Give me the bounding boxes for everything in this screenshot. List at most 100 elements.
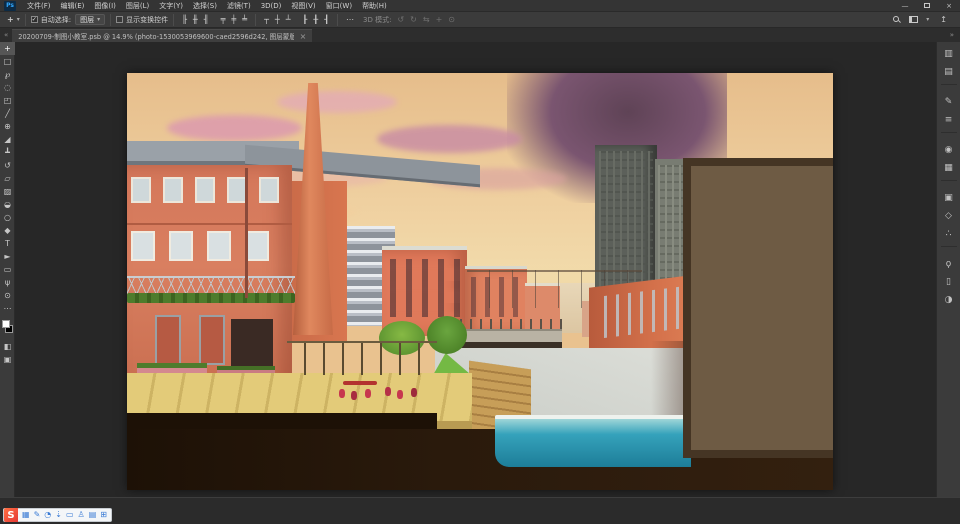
align-center-v-button[interactable]: ╪: [228, 15, 239, 24]
eyedropper-tool[interactable]: ╱: [0, 107, 15, 120]
menu-view[interactable]: 视图(V): [286, 0, 320, 12]
distribute-middle-button[interactable]: ┼: [272, 15, 283, 24]
panel-info-icon[interactable]: ▯: [940, 274, 958, 289]
search-icon[interactable]: [893, 16, 901, 24]
marquee-tool[interactable]: □: [0, 55, 15, 68]
restore-button[interactable]: [916, 0, 938, 12]
tab-close-icon[interactable]: ×: [300, 32, 307, 41]
align-left-button[interactable]: ╟: [179, 15, 190, 24]
move-tool[interactable]: +: [0, 42, 15, 55]
panel-color-icon[interactable]: ▥: [940, 46, 958, 61]
auto-select-dropdown[interactable]: 图层 ▾: [75, 14, 105, 25]
menu-filter[interactable]: 滤镜(T): [222, 0, 256, 12]
align-bottom-button[interactable]: ╧: [239, 15, 250, 24]
menu-file[interactable]: 文件(F): [22, 0, 56, 12]
3d-roll-icon[interactable]: ↻: [407, 15, 420, 24]
show-transform-checkbox[interactable]: [116, 16, 123, 23]
foreground-color-swatch[interactable]: [2, 320, 10, 328]
eraser-tool[interactable]: ▱: [0, 172, 15, 185]
distribute-bottom-button[interactable]: ┴: [283, 15, 294, 24]
minimize-button[interactable]: —: [894, 0, 916, 12]
share-icon[interactable]: ↥: [937, 15, 950, 24]
more-options-button[interactable]: ⋯: [343, 15, 357, 24]
pen-tool[interactable]: ◆: [0, 224, 15, 237]
healing-brush-tool[interactable]: ⊕: [0, 120, 15, 133]
canvas-area[interactable]: [15, 42, 936, 497]
ime-skin-icon[interactable]: ⊞: [100, 508, 107, 522]
panel-dock: ▥ ▤ ✎ ≡ ◉ ▦ ▣ ◇ ∴ ϙ ▯ ◑: [936, 42, 960, 497]
3d-pan-icon[interactable]: ⇆: [420, 15, 433, 24]
auto-select-checkbox[interactable]: ✓: [31, 16, 38, 23]
menu-window[interactable]: 窗口(W): [321, 0, 357, 12]
panel-brush-settings-icon[interactable]: ✎: [940, 94, 958, 109]
distribute-right-button[interactable]: ┨: [321, 15, 332, 24]
align-right-button[interactable]: ╢: [201, 15, 212, 24]
collapse-panels-icon[interactable]: «: [0, 28, 12, 42]
clone-stamp-tool[interactable]: ┻: [0, 146, 15, 159]
menu-image[interactable]: 图像(I): [89, 0, 121, 12]
shape-tool[interactable]: ▭: [0, 263, 15, 276]
distribute-center-button[interactable]: ╂: [310, 15, 321, 24]
panel-adjustments-icon[interactable]: ∴: [940, 226, 958, 241]
3d-orbit-icon[interactable]: ↺: [394, 15, 407, 24]
menu-3d[interactable]: 3D(D): [256, 0, 287, 12]
brush-tool[interactable]: ◢: [0, 133, 15, 146]
ime-pencil-icon[interactable]: ✎: [34, 508, 41, 522]
ime-mode-icon[interactable]: ▦: [22, 508, 30, 522]
photoshop-logo-icon[interactable]: Ps: [4, 1, 16, 11]
crop-tool[interactable]: ◰: [0, 94, 15, 107]
panel-layers-icon[interactable]: ▣: [940, 190, 958, 205]
menu-type[interactable]: 文字(Y): [154, 0, 188, 12]
zoom-tool[interactable]: ⊙: [0, 289, 15, 302]
auto-select-label: 自动选择:: [41, 15, 71, 25]
blur-tool[interactable]: ◒: [0, 198, 15, 211]
balcony-railing: [127, 276, 295, 294]
align-top-button[interactable]: ╤: [218, 15, 229, 24]
quick-selection-tool[interactable]: ◌: [0, 81, 15, 94]
tab-overflow-icon[interactable]: »: [944, 28, 960, 42]
edit-toolbar-button[interactable]: ⋯: [0, 302, 15, 315]
menu-layer[interactable]: 图层(L): [121, 0, 154, 12]
balcony-plant-row: [127, 293, 295, 303]
canvas-image[interactable]: [127, 73, 833, 490]
align-center-h-button[interactable]: ╫: [190, 15, 201, 24]
ime-user-icon[interactable]: ♙: [78, 508, 85, 522]
hand-tool[interactable]: ψ: [0, 276, 15, 289]
menu-edit[interactable]: 编辑(E): [56, 0, 90, 12]
move-tool-icon[interactable]: +: [4, 15, 17, 24]
ime-mic-icon[interactable]: ⇣: [55, 508, 62, 522]
history-brush-tool[interactable]: ↺: [0, 159, 15, 172]
panel-properties-icon[interactable]: ≡: [940, 112, 958, 127]
sogou-logo-icon[interactable]: S: [4, 508, 18, 522]
workspace-switcher-icon[interactable]: [909, 16, 918, 23]
quick-mask-button[interactable]: ◧: [0, 340, 15, 353]
3d-slide-icon[interactable]: +: [433, 15, 446, 24]
path-selection-tool[interactable]: ►: [0, 250, 15, 263]
menu-help[interactable]: 帮助(H): [357, 0, 392, 12]
dodge-tool[interactable]: ○: [0, 211, 15, 224]
panel-swatches-icon[interactable]: ◉: [940, 142, 958, 157]
close-button[interactable]: ×: [938, 0, 960, 12]
ime-toolbar[interactable]: S ▦ ✎ ◔ ⇣ ▭ ♙ ▤ ⊞: [3, 508, 112, 522]
panel-gradients-icon[interactable]: ◑: [940, 292, 958, 307]
screen-mode-button[interactable]: ▣: [0, 353, 15, 366]
tool-preset-caret-icon[interactable]: ▾: [17, 16, 20, 23]
gradient-tool[interactable]: ▨: [0, 185, 15, 198]
lasso-tool[interactable]: ℘: [0, 68, 15, 81]
menu-select[interactable]: 选择(S): [188, 0, 222, 12]
document-tab[interactable]: 20200709-制图小教室.psb @ 14.9% (photo-153005…: [12, 29, 312, 42]
distribute-left-button[interactable]: ┠: [300, 15, 311, 24]
cafe-furniture: [337, 373, 437, 407]
type-tool[interactable]: T: [0, 237, 15, 250]
ime-toolbox-icon[interactable]: ▤: [89, 508, 97, 522]
panel-lightbulb-icon[interactable]: ϙ: [940, 256, 958, 271]
panel-histogram-icon[interactable]: ▤: [940, 64, 958, 79]
workspace-caret-icon[interactable]: ▾: [926, 16, 929, 23]
panel-patterns-icon[interactable]: ▦: [940, 160, 958, 175]
cafe-chair: [411, 388, 417, 397]
distribute-top-button[interactable]: ┬: [261, 15, 272, 24]
panel-styles-icon[interactable]: ◇: [940, 208, 958, 223]
ime-keyboard-icon[interactable]: ▭: [66, 508, 74, 522]
3d-zoom-icon[interactable]: ⊙: [445, 15, 458, 24]
ime-clock-icon[interactable]: ◔: [44, 508, 51, 522]
